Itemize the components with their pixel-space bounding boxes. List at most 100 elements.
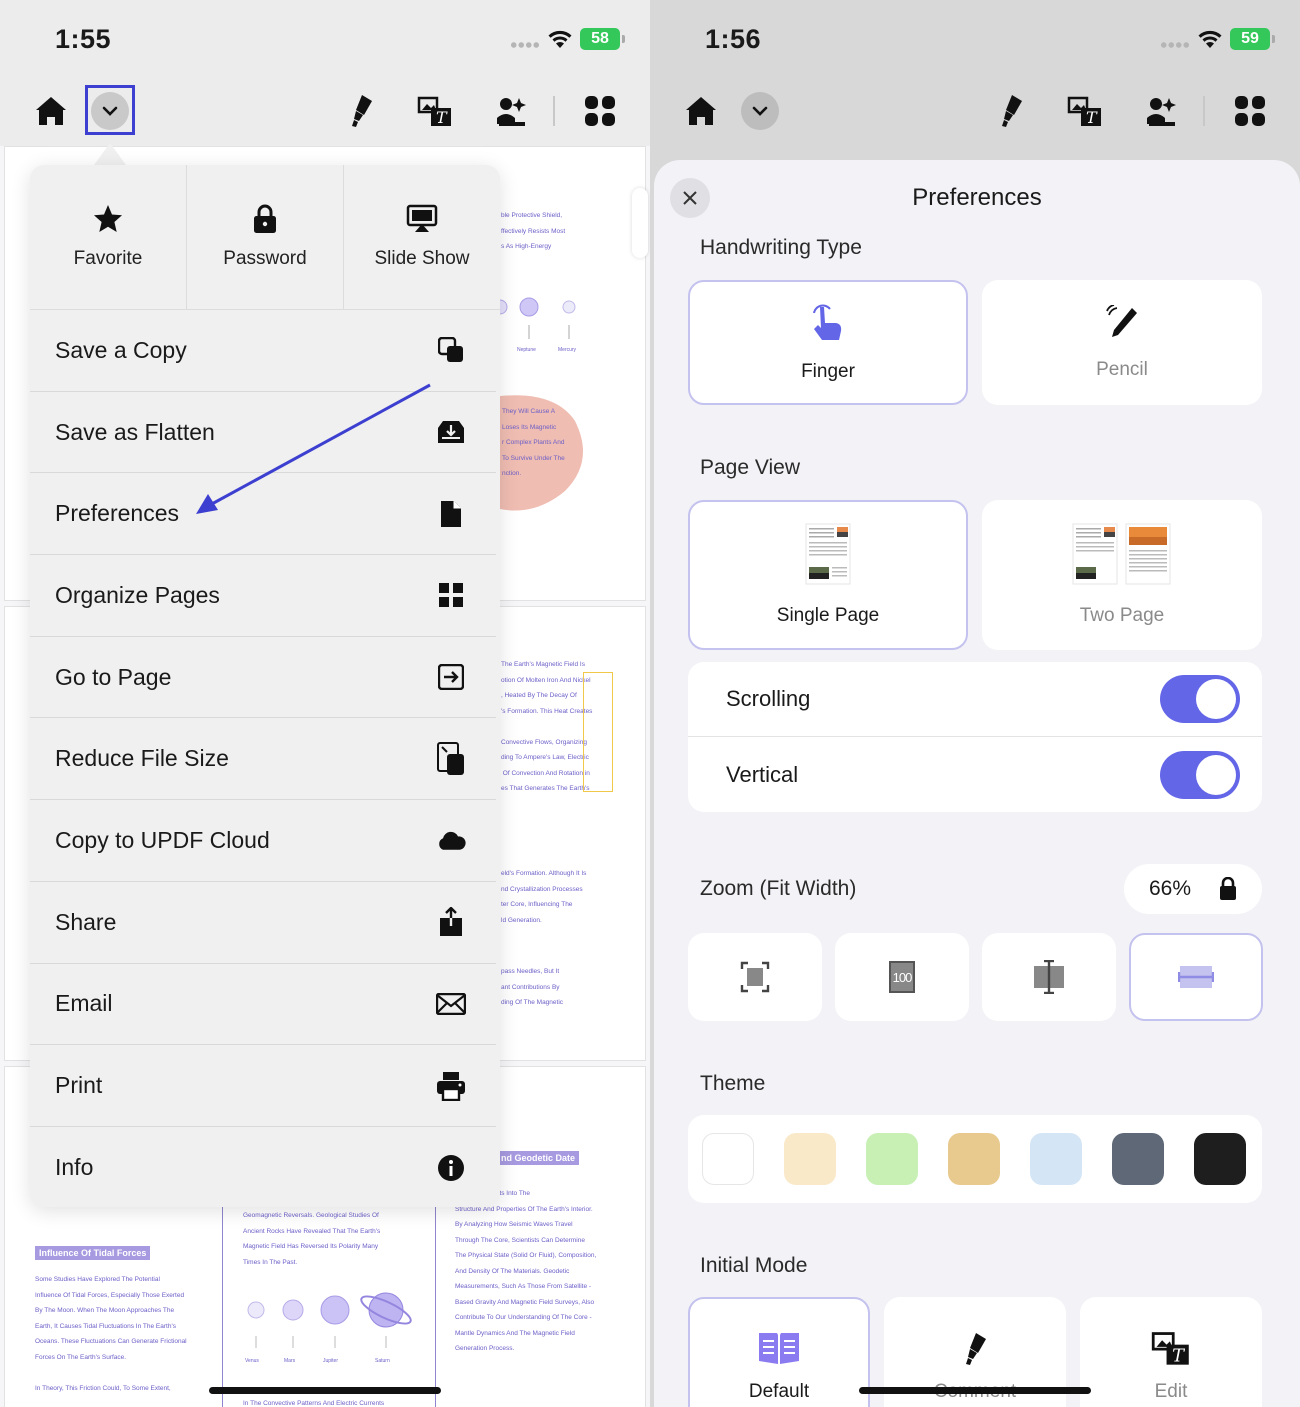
finger-icon [813, 304, 842, 340]
vertical-toggle[interactable] [1160, 750, 1240, 799]
menu-item-label: Info [55, 1154, 94, 1181]
scrolling-toggle[interactable] [1160, 675, 1240, 723]
theme-swatches [688, 1115, 1262, 1203]
document-text: Some Studies Have Explored The Potential… [35, 1276, 187, 1392]
zoom-option-fit-width[interactable] [1129, 933, 1263, 1021]
menu-item-go-to-page[interactable]: Go to Page [30, 637, 496, 719]
printer-icon [436, 1071, 466, 1101]
menu-item-info[interactable]: Info [30, 1127, 496, 1207]
slide-show-label: Slide Show [374, 248, 470, 269]
theme-swatch-white[interactable] [702, 1133, 754, 1185]
edit-tool-button[interactable]: T [412, 88, 458, 134]
right-screen: 1:56 59 T Preferences Handwriting Type F… [650, 0, 1300, 1407]
cellular-signal-icon [510, 42, 540, 48]
document-heading: nd Geodetic Date [497, 1151, 580, 1165]
scroll-handle[interactable] [632, 188, 648, 258]
more-options-button[interactable] [737, 88, 783, 134]
preferences-sheet: Preferences Handwriting Type Finger Penc… [654, 160, 1300, 1407]
menu-item-print[interactable]: Print [30, 1045, 496, 1127]
svg-text:T: T [436, 108, 448, 127]
menu-item-label: Preferences [55, 500, 180, 527]
info-icon [436, 1153, 466, 1183]
option-label: Two Page [1079, 605, 1165, 626]
document-text: eld's Formation. Although It Is nd Cryst… [501, 870, 587, 924]
home-icon [686, 97, 716, 125]
planet-label: Jupiter [323, 1358, 338, 1364]
highlighter-icon [1002, 95, 1022, 127]
home-indicator [209, 1387, 441, 1394]
ai-image-tool-button[interactable] [488, 88, 534, 134]
tools-menu-button[interactable] [577, 88, 623, 134]
ai-image-tool-button[interactable] [1138, 88, 1184, 134]
fit-page-icon [740, 961, 770, 993]
home-button[interactable] [28, 88, 74, 134]
option-label: Pencil [1096, 358, 1148, 380]
ai-image-icon [497, 98, 526, 126]
planets-illustration: Neptune Mercury [492, 297, 577, 353]
two-page-icon [1072, 523, 1171, 585]
menu-item-label: Copy to UPDF Cloud [55, 826, 270, 853]
comment-tool-button[interactable] [988, 88, 1034, 134]
scroll-settings-group: Scrolling Vertical [688, 662, 1262, 812]
comment-tool-button[interactable] [338, 88, 384, 134]
theme-swatch-black[interactable] [1194, 1133, 1246, 1185]
home-icon [36, 97, 66, 125]
menu-item-copy-to-cloud[interactable]: Copy to UPDF Cloud [30, 800, 496, 882]
document-text: They Will Cause A Loses Its Magnetic r C… [502, 408, 565, 477]
menu-item-organize-pages[interactable]: Organize Pages [30, 555, 496, 637]
single-page-icon [805, 523, 851, 585]
cellular-signal-icon [1160, 42, 1190, 48]
annotation-arrow [196, 383, 431, 514]
option-label: Edit [1154, 1381, 1188, 1402]
menu-item-label: Go to Page [55, 663, 172, 690]
planet-label: Neptune [517, 347, 536, 353]
zoom-option-actual-size[interactable]: 100 [835, 933, 969, 1021]
zoom-option-fit-page[interactable] [688, 933, 822, 1021]
initial-mode-option-default[interactable]: Default [688, 1297, 870, 1407]
tools-menu-button[interactable] [1227, 88, 1273, 134]
menu-item-label: Print [55, 1072, 103, 1099]
handwriting-option-finger[interactable]: Finger [688, 280, 968, 405]
lock-icon [254, 204, 276, 233]
option-label: Finger [801, 360, 855, 382]
slide-show-button[interactable]: Slide Show [344, 165, 500, 309]
section-label-initial-mode: Initial Mode [700, 1254, 808, 1277]
top-toolbar: T [650, 80, 1300, 144]
theme-swatch-slate[interactable] [1112, 1133, 1164, 1185]
favorite-button[interactable]: Favorite [30, 165, 187, 309]
ai-image-icon [1147, 98, 1176, 126]
theme-swatch-green[interactable] [866, 1133, 918, 1185]
edit-tool-button[interactable]: T [1062, 88, 1108, 134]
home-button[interactable] [678, 88, 724, 134]
menu-item-email[interactable]: Email [30, 964, 496, 1046]
edit-text-icon: T [1067, 96, 1101, 127]
chevron-down-icon [752, 106, 768, 116]
setting-label: Vertical [726, 761, 799, 787]
grid-icon [436, 580, 466, 610]
planet-label: Venus [245, 1358, 259, 1364]
page-view-option-single[interactable]: Single Page [688, 500, 968, 650]
document-text: The Earth's Magnetic Field Is otion Of M… [501, 661, 593, 792]
planet-label: Saturn [375, 1358, 390, 1364]
setting-label: Scrolling [726, 686, 811, 711]
zoom-value-pill[interactable]: 66% [1124, 864, 1262, 914]
theme-swatch-light-blue[interactable] [1030, 1133, 1082, 1185]
edit-text-icon: T [1151, 1332, 1189, 1366]
zoom-option-fit-height[interactable] [982, 933, 1116, 1021]
menu-item-share[interactable]: Share [30, 882, 496, 964]
initial-mode-option-edit[interactable]: T Edit [1080, 1297, 1262, 1407]
handwriting-option-pencil[interactable]: Pencil [982, 280, 1262, 405]
document-text: Geomagnetic Reversals. Geological Studie… [243, 1212, 381, 1266]
home-indicator [859, 1387, 1091, 1394]
password-button[interactable]: Password [187, 165, 344, 309]
fit-height-icon [1034, 960, 1064, 994]
status-bar: 1:56 59 [650, 0, 1300, 80]
wifi-icon [548, 30, 572, 48]
theme-swatch-tan[interactable] [948, 1133, 1000, 1185]
theme-swatch-cream[interactable] [784, 1133, 836, 1185]
cloud-icon [436, 825, 466, 855]
page-view-option-two[interactable]: Two Page [982, 500, 1262, 650]
menu-item-label: Reduce File Size [55, 745, 229, 772]
four-squares-icon [1235, 96, 1265, 126]
menu-item-reduce-file-size[interactable]: Reduce File Size [30, 718, 496, 801]
